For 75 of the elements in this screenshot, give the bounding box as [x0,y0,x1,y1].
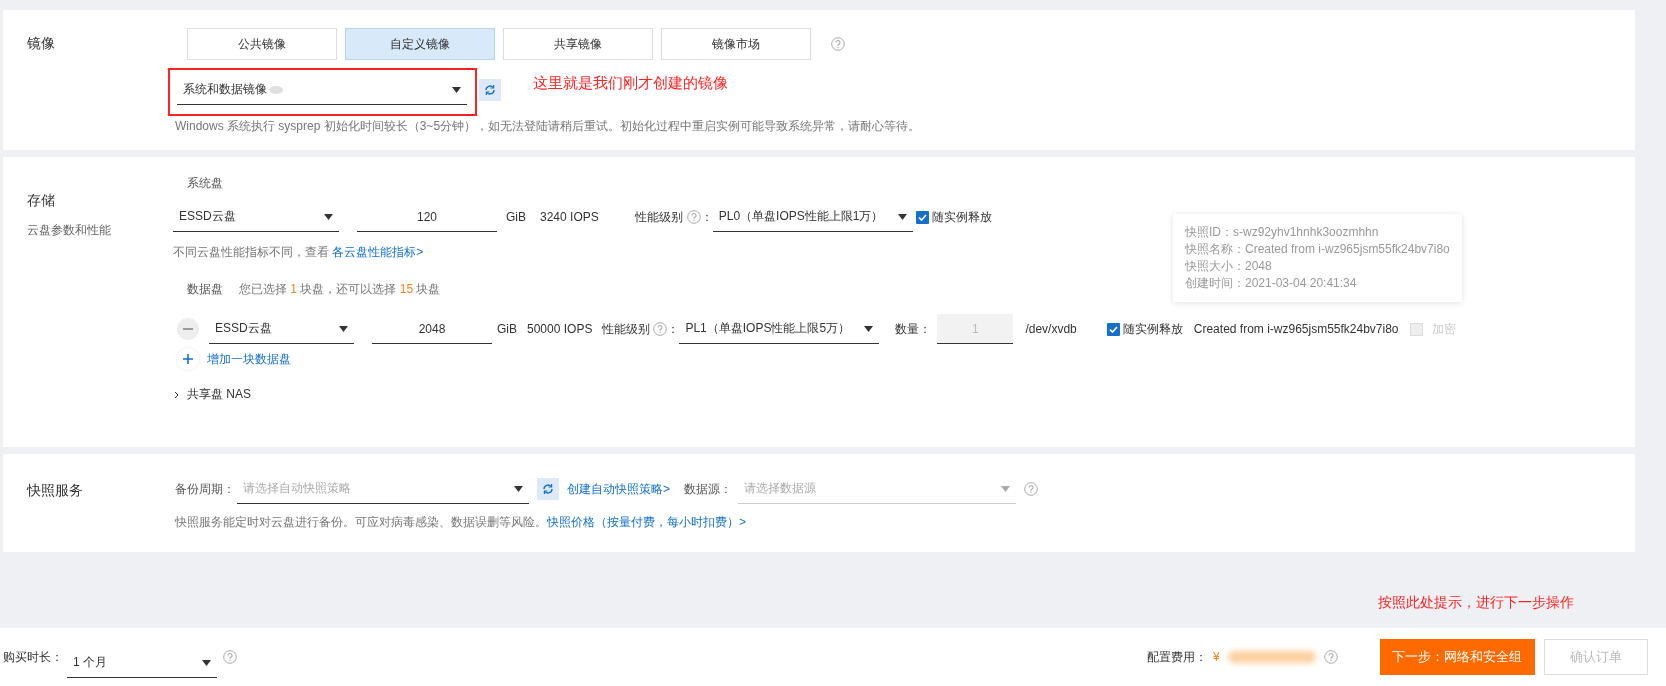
field-label: 购买时长： [3,648,63,666]
separator-text: ： [667,320,680,338]
help-icon [831,37,845,51]
disk-type-select[interactable]: ESSD云盘 [209,314,354,344]
caret-icon [514,485,523,492]
tooltip-text: 快照名称：Created from i-wz965jsm55fk24bv7i8o [1185,241,1450,258]
disk-type-select[interactable]: ESSD云盘 [173,202,339,232]
refresh-button[interactable] [537,478,559,500]
tooltip-text: 快照大小：2048 [1185,258,1273,275]
remove-button[interactable] [177,318,199,340]
caret-icon [452,86,461,93]
iops-label: 50000 IOPS [527,322,593,336]
expander-label[interactable]: 共享盘 NAS [187,386,251,403]
help-icon [1323,650,1338,664]
iops-label: 3240 IOPS [540,210,599,224]
selection-note: 您已选择 1 块盘，还可以选择 15 块盘 [239,281,441,298]
tooltip-text: 创建时间：2021-03-04 20:41:34 [1185,275,1358,292]
snapshot-name: Created from i-wz965jsm55fk24bv7i8o [1193,322,1399,336]
duration-select[interactable]: 1 个月 [67,648,217,678]
performance-link[interactable]: 各云盘性能指标> [332,245,424,259]
size-field[interactable]: 2048 [372,314,492,344]
blurred-mark [267,84,285,96]
field-label: 数量： [895,320,932,338]
add-disk-link[interactable]: 增加一块数据盘 [207,350,291,368]
minus-icon [183,328,193,330]
section-label: 镜像 [27,35,55,53]
annotation-text: 这里就是我们刚才创建的镜像 [533,74,728,93]
currency-symbol: ¥ [1213,650,1220,664]
device-label: /dev/xvdb [1025,322,1077,336]
image-select[interactable]: 系统和数据镜像 [177,75,467,105]
caret-icon [202,659,211,666]
caret-icon [864,325,874,332]
field-label: 性能级别 [634,208,683,226]
create-policy-link[interactable]: 创建自动快照策略> [567,480,670,498]
annotation-text: 按照此处提示，进行下一步操作 [1378,594,1574,612]
checkbox-label: 随实例释放 [931,208,992,226]
help-icon [1024,482,1038,496]
performance-select[interactable]: PL1（单盘IOPS性能上限5万） [679,314,880,344]
image-tab[interactable]: 共享镜像 [503,28,653,60]
subsection-title: 数据盘 [187,281,223,298]
help-icon [686,210,701,224]
caret-icon [897,213,907,220]
image-tab[interactable]: 公共镜像 [187,28,337,60]
field-label: 配置费用： [1147,648,1207,666]
tooltip-text: 快照ID：s-wz92yhv1hnhk3oozmhhn [1185,224,1380,241]
price-link[interactable]: 快照价格（按量付费，每小时扣费）> [547,515,746,529]
add-button[interactable] [177,348,199,370]
section-label: 存储 [27,192,55,210]
size-field[interactable]: 120 [357,202,497,232]
hint-text: 快照服务能定时对云盘进行备份。可应对病毒感染、数据误删等风险。快照价格（按量付费，每小时扣费）> [175,514,747,531]
plus-icon [183,354,193,364]
help-icon [653,322,668,336]
performance-select[interactable]: PL0（单盘IOPS性能上限1万） [712,202,913,232]
image-tab[interactable]: 自定义镜像 [345,28,495,60]
subsection-title: 系统盘 [187,175,224,192]
field-label: 性能级别 [602,320,651,338]
section-sublabel: 云盘参数和性能 [27,222,111,239]
refresh-icon [542,483,554,495]
caret-icon [1001,485,1010,492]
caret-icon [324,213,333,220]
checkbox[interactable] [915,210,929,224]
help-icon [223,650,237,664]
caret-icon [339,325,348,332]
section-label: 快照服务 [27,482,83,500]
checkbox-label: 随实例释放 [1122,320,1183,338]
refresh-button[interactable] [479,79,501,101]
refresh-icon [484,84,496,96]
separator-text: ： [700,208,713,226]
unit-label: GiB [497,322,517,336]
unit-label: GiB [506,210,526,224]
checkbox[interactable] [1106,322,1120,336]
field-label: 数据源： [684,480,732,498]
image-tab[interactable]: 镜像市场 [661,28,811,60]
field-label: 备份周期： [175,480,235,498]
hint-text: Windows 系统执行 sysprep 初始化时间较长（3~5分钟），如无法登陆请稍后重试。初始化过程中重启实例可能导致系统异常，请耐心等待。 [175,118,921,135]
